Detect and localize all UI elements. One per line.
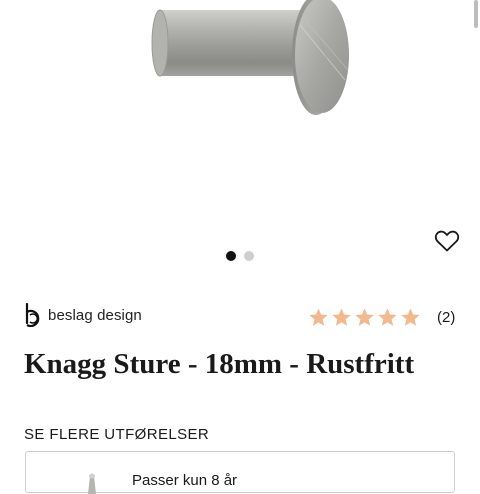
star-icon [401, 307, 420, 326]
variant-name: Passer kun 8 år [132, 472, 238, 489]
star-icon [355, 307, 374, 326]
gallery-dot-1[interactable] [226, 251, 236, 261]
beslag-design-logo-icon [25, 303, 40, 327]
product-image[interactable] [0, 0, 480, 235]
star-icon [332, 307, 351, 326]
product-title: Knagg Sture - 18mm - Rustfritt [24, 348, 415, 380]
heart-outline-icon[interactable] [434, 229, 460, 253]
variant-thumbnail-icon [88, 473, 96, 494]
brand-link[interactable]: beslag design [24, 303, 142, 327]
gallery-pagination [226, 251, 254, 261]
product-rating[interactable]: (2) [308, 305, 455, 329]
brand-name: beslag design [48, 306, 142, 324]
star-icon [309, 307, 328, 326]
star-icon [378, 307, 397, 326]
variants-section-label: SE FLERE UTFØRELSER [24, 426, 210, 443]
rating-stars [308, 307, 421, 328]
gallery-dot-2[interactable] [244, 251, 254, 261]
review-count: (2) [437, 308, 456, 326]
variant-card[interactable]: Passer kun 8 år [25, 451, 455, 494]
